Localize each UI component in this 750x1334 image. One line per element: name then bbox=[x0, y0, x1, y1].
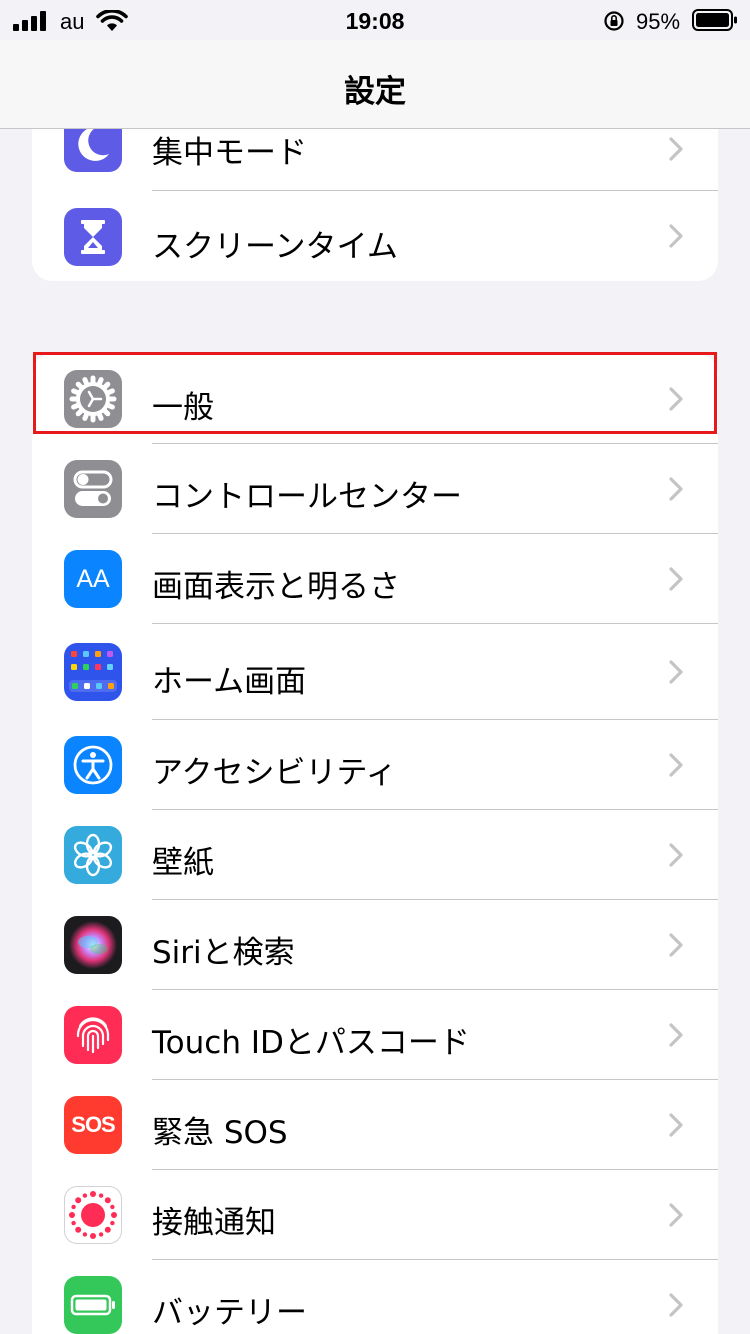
chevron-right-icon bbox=[669, 477, 683, 501]
hourglass-icon bbox=[64, 208, 122, 266]
orientation-lock-icon bbox=[604, 11, 624, 31]
settings-row-label: アクセシビリティ bbox=[152, 755, 397, 791]
chevron-right-icon bbox=[669, 224, 683, 248]
settings-row-label: ホーム画面 bbox=[152, 664, 307, 700]
highlight-box bbox=[33, 352, 717, 434]
settings-row-label: 画面表示と明るさ bbox=[152, 569, 400, 605]
settings-row-touch-id[interactable]: Touch IDとパスコード bbox=[32, 990, 718, 1080]
chevron-right-icon bbox=[669, 137, 683, 161]
status-bar: au 19:08 95% bbox=[0, 0, 750, 40]
settings-row-screen-time[interactable]: スクリーンタイム bbox=[32, 191, 718, 281]
battery-percentage: 95% bbox=[636, 9, 681, 34]
battery-status-icon bbox=[692, 9, 737, 31]
settings-row-label: Siriと検索 bbox=[152, 935, 295, 971]
settings-row-emergency-sos[interactable]: SOS 緊急 SOS bbox=[32, 1080, 718, 1170]
accessibility-icon bbox=[64, 736, 122, 794]
chevron-right-icon bbox=[669, 753, 683, 777]
chevron-right-icon bbox=[669, 1023, 683, 1047]
settings-row-control-center[interactable]: コントロールセンター bbox=[32, 444, 718, 534]
text-size-icon: AA bbox=[64, 550, 122, 608]
settings-list[interactable]: 集中モード スクリーンタイム 一般 コントロールセンター AA 画面表示と明るさ… bbox=[0, 40, 750, 1334]
fingerprint-icon bbox=[64, 1006, 122, 1064]
settings-row-label: スクリーンタイム bbox=[152, 229, 398, 265]
chevron-right-icon bbox=[669, 1203, 683, 1227]
settings-row-wallpaper[interactable]: 壁紙 bbox=[32, 810, 718, 900]
battery-icon bbox=[64, 1276, 122, 1334]
settings-row-label: コントロールセンター bbox=[152, 479, 462, 515]
settings-row-label: Touch IDとパスコード bbox=[152, 1025, 470, 1061]
settings-row-label: バッテリー bbox=[152, 1295, 307, 1331]
exposure-icon bbox=[64, 1186, 122, 1244]
settings-row-display[interactable]: AA 画面表示と明るさ bbox=[32, 534, 718, 624]
chevron-right-icon bbox=[669, 1113, 683, 1137]
settings-row-siri[interactable]: Siriと検索 bbox=[32, 900, 718, 990]
flower-icon bbox=[64, 826, 122, 884]
settings-row-label: 壁紙 bbox=[152, 845, 214, 881]
chevron-right-icon bbox=[669, 660, 683, 684]
settings-row-battery[interactable]: バッテリー bbox=[32, 1260, 718, 1334]
settings-row-accessibility[interactable]: アクセシビリティ bbox=[32, 720, 718, 810]
nav-bar: 設定 bbox=[0, 40, 750, 129]
chevron-right-icon bbox=[669, 843, 683, 867]
chevron-right-icon bbox=[669, 933, 683, 957]
settings-row-label: 緊急 SOS bbox=[152, 1115, 288, 1151]
settings-row-label: 集中モード bbox=[152, 135, 307, 171]
settings-group-general: 一般 コントロールセンター AA 画面表示と明るさ ホーム画面 アクセシビリティ… bbox=[32, 354, 718, 1334]
page-title: 設定 bbox=[344, 74, 406, 110]
settings-row-exposure-notifications[interactable]: 接触通知 bbox=[32, 1170, 718, 1260]
toggles-icon bbox=[64, 460, 122, 518]
sos-glyph: SOS bbox=[71, 1112, 115, 1137]
chevron-right-icon bbox=[669, 567, 683, 591]
text-size-glyph: AA bbox=[76, 564, 110, 593]
chevron-right-icon bbox=[669, 1293, 683, 1317]
sos-icon: SOS bbox=[64, 1096, 122, 1154]
siri-icon bbox=[64, 916, 122, 974]
home-screen-icon bbox=[64, 643, 122, 701]
settings-row-home-screen[interactable]: ホーム画面 bbox=[32, 624, 718, 720]
settings-row-label: 接触通知 bbox=[152, 1205, 276, 1241]
